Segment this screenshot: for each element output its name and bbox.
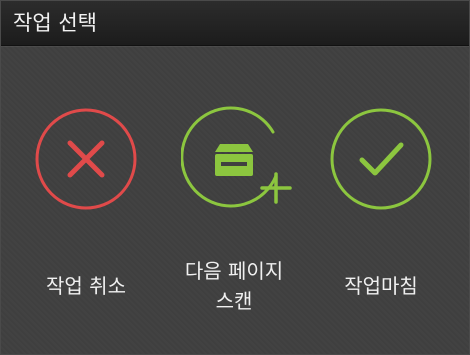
task-selection-dialog: 작업 선택 작업 취소 다음 페이지 스캔 작업마침 — [0, 0, 470, 355]
finish-job-button[interactable]: 작업마침 — [306, 101, 456, 321]
scan-add-page-icon — [181, 106, 292, 208]
cancel-job-label: 작업 취소 — [46, 274, 126, 298]
cancel-job-button[interactable]: 작업 취소 — [11, 101, 161, 321]
check-circle-icon — [330, 108, 432, 210]
dialog-titlebar: 작업 선택 — [1, 1, 469, 46]
scan-next-page-label-line2: 스캔 — [215, 289, 253, 313]
scan-next-page-button[interactable]: 다음 페이지 스캔 — [159, 101, 309, 321]
scan-next-page-label: 다음 페이지 스캔 — [159, 256, 309, 316]
finish-job-label: 작업마침 — [344, 274, 418, 298]
scan-next-page-label-line1: 다음 페이지 — [184, 259, 284, 283]
dialog-title: 작업 선택 — [13, 11, 97, 35]
x-circle-icon — [35, 108, 137, 210]
